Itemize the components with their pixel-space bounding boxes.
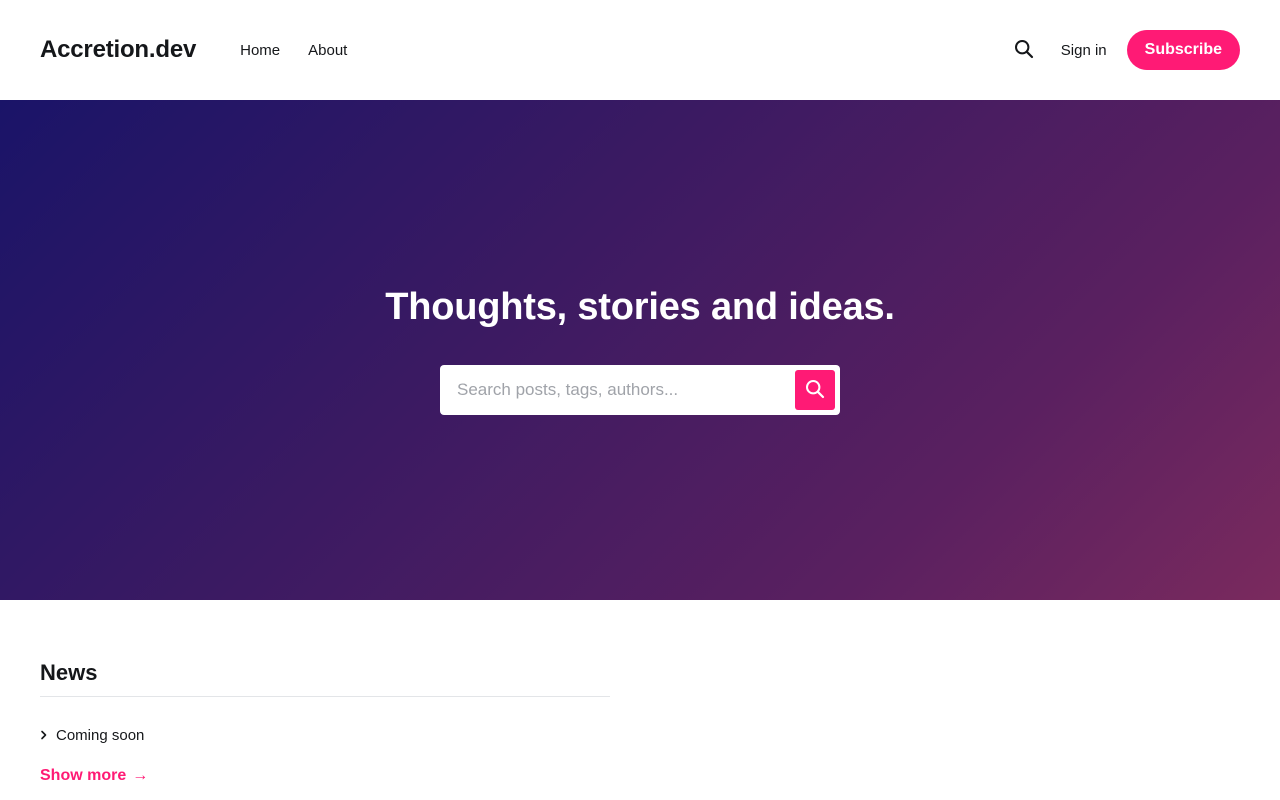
news-list-item[interactable]: Coming soon [40, 717, 610, 753]
news-section: News Coming soon Show more → [40, 660, 610, 785]
site-header: Accretion.dev Home About Sign in Subscri… [0, 0, 1280, 100]
chevron-right-icon [40, 730, 56, 740]
primary-nav: Home About [240, 42, 347, 59]
hero-search-submit-button[interactable] [795, 370, 835, 410]
hero-search-form [440, 365, 840, 415]
site-brand-link[interactable]: Accretion.dev [40, 36, 196, 64]
header-search-button[interactable] [1009, 35, 1039, 65]
hero-title: Thoughts, stories and ideas. [385, 286, 895, 328]
arrow-right-icon: → [132, 767, 149, 784]
hero-section: Thoughts, stories and ideas. [0, 100, 1280, 600]
nav-item-home[interactable]: Home [240, 42, 280, 59]
nav-item-about[interactable]: About [308, 42, 347, 59]
news-list: Coming soon [40, 717, 610, 753]
subscribe-button[interactable]: Subscribe [1126, 30, 1240, 70]
show-more-link[interactable]: Show more → [40, 767, 148, 785]
show-more-label: Show more [40, 767, 127, 784]
search-icon [805, 379, 825, 402]
hero-search-input[interactable] [455, 370, 795, 410]
signin-link[interactable]: Sign in [1061, 42, 1107, 59]
search-icon [1014, 39, 1034, 62]
news-item-label: Coming soon [56, 726, 145, 744]
header-actions: Sign in Subscribe [1009, 30, 1240, 70]
news-section-title: News [40, 660, 610, 697]
